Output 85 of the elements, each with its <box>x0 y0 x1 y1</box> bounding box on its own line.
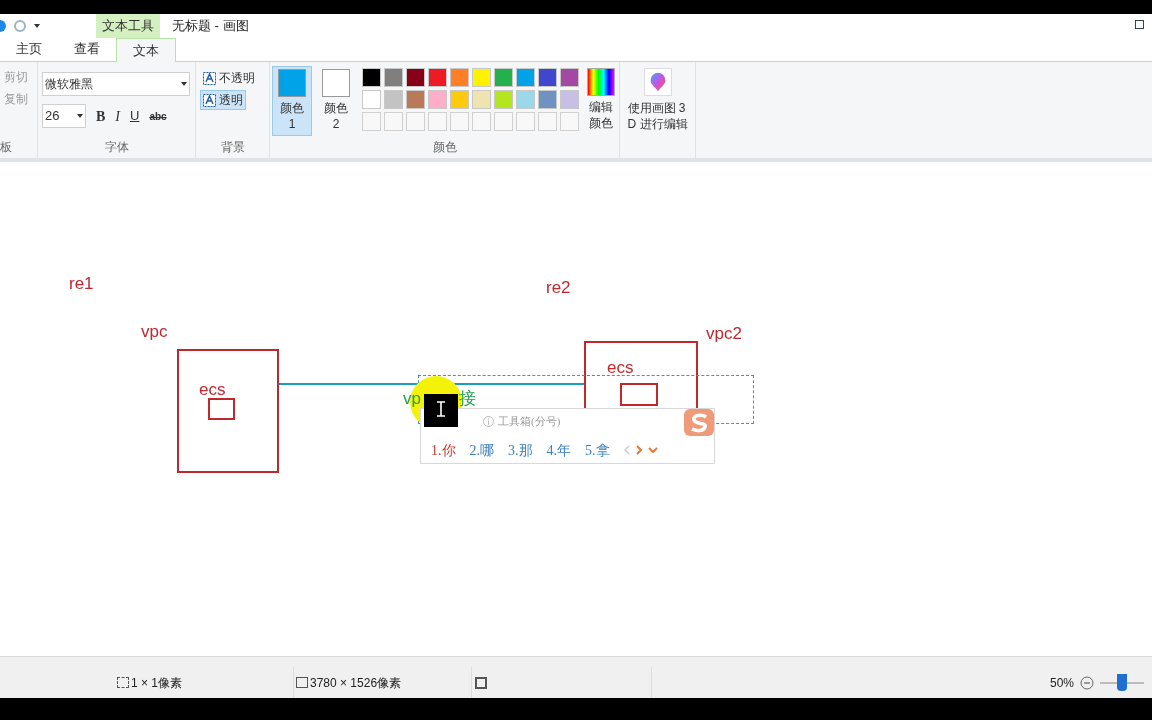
empty-swatch[interactable] <box>362 112 381 131</box>
text-background-icon <box>203 93 216 107</box>
empty-swatch[interactable] <box>450 112 469 131</box>
window-title: 无标题 - 画图 <box>171 17 250 36</box>
background-option[interactable]: 不透明 <box>200 68 258 88</box>
redo-icon[interactable] <box>14 20 26 32</box>
paint3d-icon <box>643 68 672 96</box>
palette-swatch[interactable] <box>384 68 403 87</box>
empty-swatch[interactable] <box>538 112 557 131</box>
color-slot[interactable]: 颜色 1 <box>272 66 312 136</box>
paint3d-button[interactable]: 使用画图 3 D 进行编辑 <box>620 62 696 158</box>
restore-icon[interactable] <box>1135 20 1144 29</box>
zoom-level: 50% <box>1049 674 1074 692</box>
info-icon <box>483 415 494 427</box>
palette-swatch[interactable] <box>472 68 491 87</box>
background-option[interactable]: 透明 <box>200 90 246 110</box>
ime-candidate[interactable]: 1.你 <box>431 439 456 461</box>
ime-candidate[interactable]: 4.年 <box>546 439 571 461</box>
palette-swatch[interactable] <box>428 90 447 109</box>
palette-swatch[interactable] <box>538 68 557 87</box>
ime-candidate[interactable]: 2.哪 <box>469 439 494 461</box>
canvas-size-icon <box>296 677 308 688</box>
palette-swatch[interactable] <box>450 90 469 109</box>
color-slot[interactable]: 颜色 2 <box>316 66 356 136</box>
zoom-slider[interactable] <box>1100 674 1144 691</box>
font-style-button[interactable]: abc <box>149 108 167 124</box>
ribbon-tab[interactable]: 主页 <box>0 37 58 61</box>
font-family-field[interactable]: 微软雅黑 <box>42 72 190 96</box>
context-tab-label: 文本工具 <box>96 14 160 38</box>
palette-swatch[interactable] <box>472 90 491 109</box>
font-style-button[interactable]: U <box>130 106 140 126</box>
canvas-size: 3780 × 1526像素 <box>310 674 402 692</box>
text-background-icon <box>203 71 216 85</box>
group-label: 颜色 <box>432 139 457 156</box>
expand-icon[interactable] <box>647 447 658 453</box>
next-page-icon[interactable] <box>635 445 642 455</box>
palette-swatch[interactable] <box>560 68 579 87</box>
palette-swatch[interactable] <box>538 90 557 109</box>
palette-swatch[interactable] <box>560 90 579 109</box>
palette-swatch[interactable] <box>516 90 535 109</box>
empty-swatch[interactable] <box>406 112 425 131</box>
font-style-button[interactable]: I <box>115 105 120 127</box>
canvas-text: ecs <box>199 381 226 398</box>
group-label: 字体 <box>104 139 129 156</box>
empty-swatch[interactable] <box>494 112 513 131</box>
save-icon <box>475 676 487 689</box>
canvas-text: vpc <box>141 323 168 340</box>
ime-hint: 工具箱(分号) <box>498 414 561 429</box>
empty-swatch[interactable] <box>560 112 579 131</box>
palette-swatch[interactable] <box>450 68 469 87</box>
font-size-field[interactable]: 26 <box>42 104 86 128</box>
palette-swatch[interactable] <box>362 68 381 87</box>
palette-swatch[interactable] <box>516 68 535 87</box>
empty-swatch[interactable] <box>384 112 403 131</box>
customize-menu-icon <box>34 24 40 28</box>
selection-size: 1 × 1像素 <box>131 674 183 692</box>
zoom-out-icon[interactable] <box>1080 675 1094 690</box>
undo-icon[interactable] <box>0 20 6 32</box>
edit-colors-button[interactable]: 编辑颜色 <box>587 68 615 136</box>
canvas-text: re2 <box>546 279 571 296</box>
empty-swatch[interactable] <box>428 112 447 131</box>
ribbon-tab[interactable]: 文本 <box>116 38 176 62</box>
palette-swatch[interactable] <box>406 90 425 109</box>
palette-swatch[interactable] <box>384 90 403 109</box>
palette-swatch[interactable] <box>406 68 425 87</box>
canvas-text: re1 <box>69 275 94 292</box>
palette-swatch[interactable] <box>494 68 513 87</box>
palette-swatch[interactable] <box>494 90 513 109</box>
ribbon-tab[interactable]: 查看 <box>58 37 116 61</box>
dropdown-icon <box>77 114 83 118</box>
selection-icon <box>117 677 129 688</box>
color-spectrum-icon <box>587 68 615 96</box>
previous-page-icon[interactable] <box>623 445 630 455</box>
palette-swatch[interactable] <box>428 68 447 87</box>
ime-candidate[interactable]: 3.那 <box>508 439 533 461</box>
dropdown-icon <box>181 82 187 86</box>
empty-swatch[interactable] <box>516 112 535 131</box>
palette-swatch[interactable] <box>362 90 381 109</box>
empty-swatch[interactable] <box>472 112 491 131</box>
ime-candidate[interactable]: 5.拿 <box>585 439 610 461</box>
canvas-text: ecs <box>607 359 634 376</box>
group-label: 背景 <box>220 139 245 156</box>
group-label: 板 <box>0 139 12 156</box>
font-style-button[interactable]: B <box>96 105 106 127</box>
canvas-text: vpc2 <box>706 325 742 342</box>
